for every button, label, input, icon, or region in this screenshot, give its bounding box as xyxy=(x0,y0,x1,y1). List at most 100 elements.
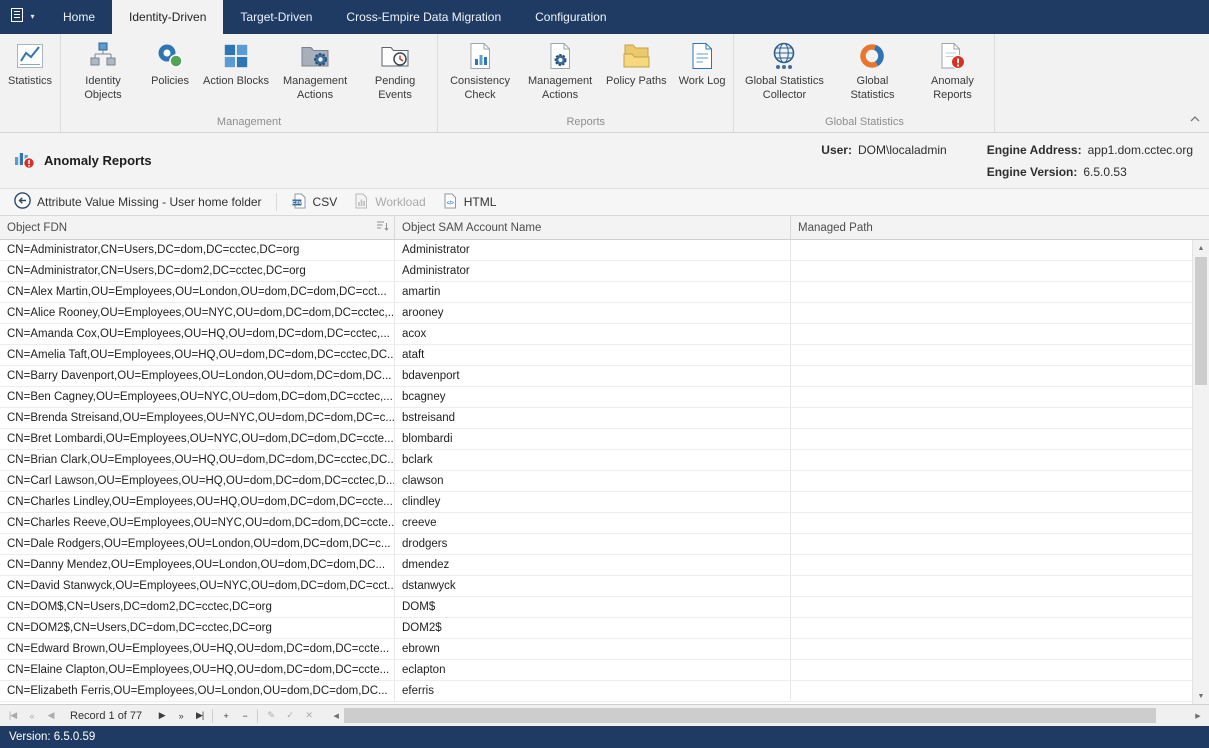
ribbon-item-consistency-check[interactable]: Consistency Check xyxy=(440,36,520,114)
table-row[interactable]: CN=Bret Lombardi,OU=Employees,OU=NYC,OU=… xyxy=(0,429,1192,450)
delete-record-button[interactable]: − xyxy=(235,707,254,725)
back-button[interactable]: Attribute Value Missing - User home fold… xyxy=(6,189,270,215)
ribbon-item-policies[interactable]: Policies xyxy=(143,36,197,114)
next-page-button[interactable]: » xyxy=(171,707,190,725)
table-row[interactable]: CN=Administrator,CN=Users,DC=dom,DC=ccte… xyxy=(0,240,1192,261)
last-record-button[interactable]: ▶| xyxy=(190,707,209,725)
cell-managed-path xyxy=(791,282,1192,302)
table-row[interactable]: CN=Elizabeth Ferris,OU=Employees,OU=Lond… xyxy=(0,681,1192,702)
ribbon-item-work-log[interactable]: Work Log xyxy=(673,36,732,114)
html-button-label: HTML xyxy=(464,195,497,209)
tab-identity-driven[interactable]: Identity-Driven xyxy=(112,0,223,34)
ribbon-item-anomaly-reports[interactable]: Anomaly Reports xyxy=(912,36,992,114)
column-header-sam-account-name[interactable]: Object SAM Account Name xyxy=(395,216,791,239)
cell-managed-path xyxy=(791,534,1192,554)
table-row[interactable]: CN=Ben Cagney,OU=Employees,OU=NYC,OU=dom… xyxy=(0,387,1192,408)
status-bar: Version: 6.5.0.59 xyxy=(0,726,1209,748)
table-row[interactable]: CN=Alex Martin,OU=Employees,OU=London,OU… xyxy=(0,282,1192,303)
ribbon-item-global-statistics-collector[interactable]: Global Statistics Collector xyxy=(736,36,832,114)
ribbon-item-statistics[interactable]: Statistics xyxy=(2,36,58,126)
cell-object-fdn: CN=Amanda Cox,OU=Employees,OU=HQ,OU=dom,… xyxy=(0,324,395,344)
ribbon-collapse-button[interactable] xyxy=(1190,109,1200,127)
ribbon-item-label: Policies xyxy=(151,75,189,89)
table-row[interactable]: CN=Alice Rooney,OU=Employees,OU=NYC,OU=d… xyxy=(0,303,1192,324)
next-record-button[interactable]: ▶ xyxy=(152,707,171,725)
version-label: Version: 6.5.0.59 xyxy=(9,731,95,743)
table-row[interactable]: CN=Brian Clark,OU=Employees,OU=HQ,OU=dom… xyxy=(0,450,1192,471)
cancel-edit-button[interactable]: ✕ xyxy=(299,707,318,725)
table-row[interactable]: CN=Dale Rodgers,OU=Employees,OU=London,O… xyxy=(0,534,1192,555)
ribbon-item-label: Action Blocks xyxy=(203,75,269,89)
ribbon-item-global-statistics[interactable]: Global Statistics xyxy=(832,36,912,114)
anomaly-reports-icon xyxy=(937,40,967,72)
cell-object-fdn: CN=Elizabeth Ferris,OU=Employees,OU=Lond… xyxy=(0,681,395,701)
edit-record-button[interactable]: ✎ xyxy=(261,707,280,725)
horizontal-scrollbar-thumb[interactable] xyxy=(344,708,1156,723)
tab-home[interactable]: Home xyxy=(46,0,112,34)
horizontal-scrollbar-track[interactable] xyxy=(344,705,1190,726)
table-row[interactable]: CN=Administrator,CN=Users,DC=dom2,DC=cct… xyxy=(0,261,1192,282)
vertical-scrollbar-thumb[interactable] xyxy=(1195,257,1207,385)
table-row[interactable]: CN=Edward Brown,OU=Employees,OU=HQ,OU=do… xyxy=(0,639,1192,660)
column-header-label: Managed Path xyxy=(798,222,873,234)
table-row[interactable]: CN=Danny Mendez,OU=Employees,OU=London,O… xyxy=(0,555,1192,576)
ribbon-group-label: Reports xyxy=(440,114,731,132)
ribbon-item-policy-paths[interactable]: Policy Paths xyxy=(600,36,673,114)
scroll-left-button[interactable]: ◀ xyxy=(328,705,344,726)
first-record-button[interactable]: |◀ xyxy=(3,707,22,725)
previous-record-button[interactable]: ◀ xyxy=(41,707,60,725)
table-row[interactable]: CN=Charles Reeve,OU=Employees,OU=NYC,OU=… xyxy=(0,513,1192,534)
ribbon-item-management-actions-report[interactable]: Management Actions xyxy=(520,36,600,114)
table-row[interactable]: CN=Carl Lawson,OU=Employees,OU=HQ,OU=dom… xyxy=(0,471,1192,492)
delete-record-icon: − xyxy=(243,711,247,721)
column-header-managed-path[interactable]: Managed Path xyxy=(791,216,1209,239)
scroll-up-button[interactable]: ▲ xyxy=(1193,240,1209,256)
cell-object-fdn: CN=Administrator,CN=Users,DC=dom,DC=ccte… xyxy=(0,240,395,260)
vertical-scrollbar[interactable]: ▲ ▼ xyxy=(1192,240,1209,704)
table-row[interactable]: CN=DOM$,CN=Users,DC=dom2,DC=cctec,DC=org… xyxy=(0,597,1192,618)
cell-managed-path xyxy=(791,513,1192,533)
table-row[interactable]: CN=Amanda Cox,OU=Employees,OU=HQ,OU=dom,… xyxy=(0,324,1192,345)
ribbon-item-label: Anomaly Reports xyxy=(918,75,986,103)
table-row[interactable]: CN=DOM2$,CN=Users,DC=dom,DC=cctec,DC=org… xyxy=(0,618,1192,639)
table-row[interactable]: CN=Brenda Streisand,OU=Employees,OU=NYC,… xyxy=(0,408,1192,429)
horizontal-scrollbar[interactable]: ◀ ▶ xyxy=(328,705,1206,726)
ribbon-group-management: Identity Objects Policies Action Blocks xyxy=(61,34,438,132)
post-edit-button[interactable]: ✓ xyxy=(280,707,299,725)
column-header-object-fdn[interactable]: Object FDN xyxy=(0,216,395,239)
cell-managed-path xyxy=(791,303,1192,323)
table-row[interactable]: CN=Amelia Taft,OU=Employees,OU=HQ,OU=dom… xyxy=(0,345,1192,366)
statistics-icon xyxy=(15,40,45,72)
ribbon-group-label: Management xyxy=(63,114,435,132)
tab-target-driven[interactable]: Target-Driven xyxy=(223,0,329,34)
ribbon-item-action-blocks[interactable]: Action Blocks xyxy=(197,36,275,114)
cell-object-fdn: CN=Ben Cagney,OU=Employees,OU=NYC,OU=dom… xyxy=(0,387,395,407)
ribbon-item-pending-events[interactable]: Pending Events xyxy=(355,36,435,114)
scroll-down-button[interactable]: ▼ xyxy=(1193,688,1209,704)
ribbon-group-statistics: Statistics xyxy=(0,34,61,132)
previous-page-button[interactable]: « xyxy=(22,707,41,725)
table-row[interactable]: CN=David Stanwyck,OU=Employees,OU=NYC,OU… xyxy=(0,576,1192,597)
csv-button[interactable]: CSV CSV xyxy=(283,190,346,215)
workload-button[interactable]: Workload xyxy=(345,190,433,215)
ribbon-item-management-actions[interactable]: Management Actions xyxy=(275,36,355,114)
ribbon-group-label: Global Statistics xyxy=(736,114,992,132)
cell-sam-account-name: dmendez xyxy=(395,555,791,575)
html-button[interactable]: </> HTML xyxy=(434,190,505,215)
cell-managed-path xyxy=(791,387,1192,407)
table-row[interactable]: CN=Barry Davenport,OU=Employees,OU=Londo… xyxy=(0,366,1192,387)
table-row[interactable]: CN=Elaine Clapton,OU=Employees,OU=HQ,OU=… xyxy=(0,660,1192,681)
ribbon: Statistics Identity Objects Policies xyxy=(0,34,1209,133)
vertical-scrollbar-track[interactable] xyxy=(1193,256,1209,688)
last-record-icon: ▶| xyxy=(196,710,203,721)
append-record-button[interactable]: + xyxy=(216,707,235,725)
tab-cross-empire-data-migration[interactable]: Cross-Empire Data Migration xyxy=(329,0,518,34)
table-row[interactable]: CN=Charles Lindley,OU=Employees,OU=HQ,OU… xyxy=(0,492,1192,513)
cell-managed-path xyxy=(791,450,1192,470)
identity-objects-icon xyxy=(88,40,118,72)
scroll-right-button[interactable]: ▶ xyxy=(1190,705,1206,726)
app-menu-button[interactable]: ▾ xyxy=(0,0,46,34)
ribbon-item-label: Management Actions xyxy=(281,75,349,103)
tab-configuration[interactable]: Configuration xyxy=(518,0,623,34)
ribbon-item-identity-objects[interactable]: Identity Objects xyxy=(63,36,143,114)
